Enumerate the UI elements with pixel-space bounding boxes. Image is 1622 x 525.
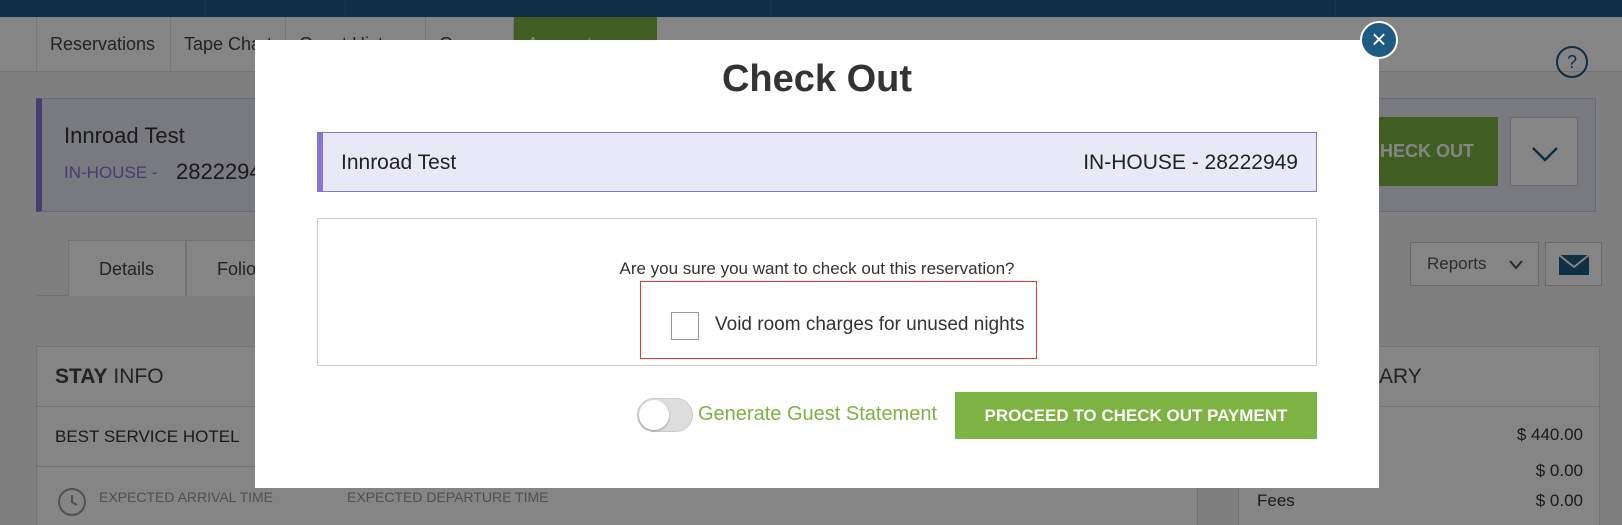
proceed-to-payment-button[interactable]: PROCEED TO CHECK OUT PAYMENT — [955, 392, 1317, 439]
check-out-modal: Check Out Innroad Test IN-HOUSE - 282229… — [255, 40, 1379, 488]
close-modal-button[interactable]: × — [1360, 21, 1398, 59]
guest-name: Innroad Test — [341, 151, 457, 174]
void-charges-label[interactable]: Void room charges for unused nights — [715, 314, 1024, 336]
generate-statement-label[interactable]: Generate Guest Statement — [698, 403, 937, 426]
modal-title: Check Out — [721, 58, 913, 100]
void-charges-option: Void room charges for unused nights — [640, 281, 1037, 359]
void-charges-checkbox[interactable] — [671, 312, 699, 340]
reservation-summary-bar: Innroad Test IN-HOUSE - 28222949 — [317, 132, 1317, 192]
confirmation-question: Are you sure you want to check out this … — [619, 259, 1015, 278]
close-icon: × — [1371, 24, 1387, 54]
reservation-status-number: IN-HOUSE - 28222949 — [1083, 151, 1298, 174]
confirmation-box: Are you sure you want to check out this … — [317, 218, 1317, 366]
generate-statement-toggle[interactable] — [637, 398, 693, 432]
toggle-knob — [639, 400, 669, 430]
